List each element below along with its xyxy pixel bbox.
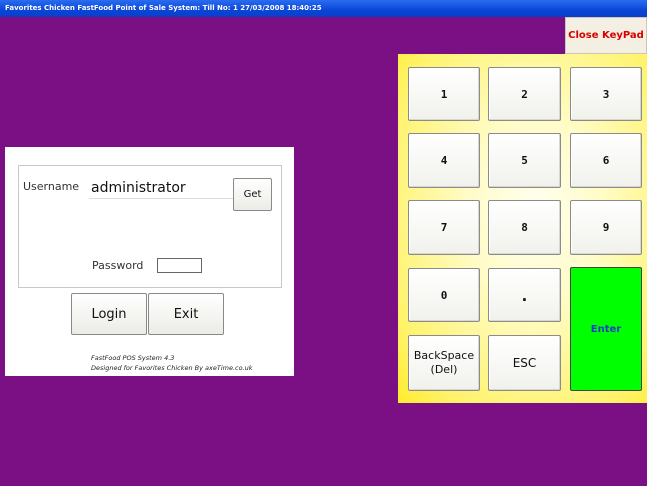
backspace-button[interactable]: BackSpace (Del) [408, 335, 480, 391]
esc-button[interactable]: ESC [488, 335, 561, 391]
password-field[interactable] [157, 258, 202, 273]
window-title: Favorites Chicken FastFood Point of Sale… [5, 4, 322, 12]
key-8[interactable]: 8 [488, 200, 561, 255]
key-3[interactable]: 3 [570, 67, 642, 121]
get-button[interactable]: Get [233, 178, 272, 211]
key-0[interactable]: 0 [408, 268, 480, 322]
backspace-label: BackSpace [413, 349, 475, 362]
key-decimal-point[interactable]: . [488, 268, 561, 322]
footer-version: FastFood POS System 4.3 [91, 354, 175, 362]
username-label: Username [23, 180, 80, 193]
enter-button[interactable]: Enter [570, 267, 642, 391]
key-5[interactable]: 5 [488, 133, 561, 188]
numeric-keypad: 1 2 3 4 5 6 7 8 9 0 . Enter BackSpace (D… [398, 54, 647, 403]
key-6[interactable]: 6 [570, 133, 642, 188]
exit-button[interactable]: Exit [148, 293, 224, 335]
key-4[interactable]: 4 [408, 133, 480, 188]
login-button[interactable]: Login [71, 293, 147, 335]
login-panel: Username Get Password Login Exit FastFoo… [5, 147, 294, 376]
key-7[interactable]: 7 [408, 200, 480, 255]
key-9[interactable]: 9 [570, 200, 642, 255]
title-bar: Favorites Chicken FastFood Point of Sale… [0, 0, 647, 17]
footer-credit: Designed for Favorites Chicken By axeTim… [91, 364, 253, 372]
password-label: Password [92, 259, 144, 272]
close-keypad-button[interactable]: Close KeyPad [565, 17, 647, 54]
username-field[interactable] [89, 177, 234, 199]
key-1[interactable]: 1 [408, 67, 480, 121]
backspace-sublabel: (Del) [430, 363, 458, 376]
key-2[interactable]: 2 [488, 67, 561, 121]
